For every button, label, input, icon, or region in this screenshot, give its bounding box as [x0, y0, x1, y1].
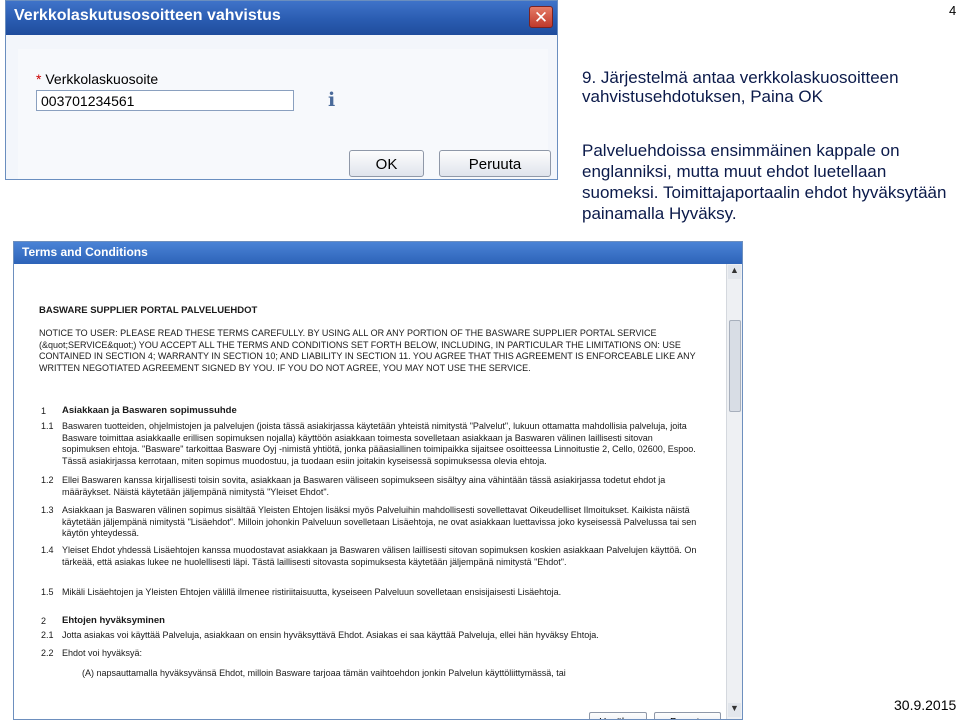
section-number: 1.3 [41, 505, 54, 515]
terms-content: BASWARE SUPPLIER PORTAL PALVELUEHDOT NOT… [14, 264, 728, 719]
section-text: Ehdot voi hyväksyä: [62, 648, 143, 658]
cancel-button[interactable]: Peruuta [439, 150, 551, 177]
section-text: (A) napsauttamalla hyväksyvänsä Ehdot, m… [82, 668, 566, 678]
section-number: 1.4 [41, 545, 54, 555]
section-text: Yleiset Ehdot yhdessä Lisäehtojen kanssa… [62, 545, 697, 567]
terms-dialog: Terms and Conditions BASWARE SUPPLIER PO… [13, 241, 743, 720]
dialog-titlebar: Verkkolaskutusosoitteen vahvistus ✕ [6, 1, 557, 35]
dialog-title: Verkkolaskutusosoitteen vahvistus [14, 7, 281, 24]
terms-titlebar: Terms and Conditions [14, 242, 742, 264]
section-number: 1.1 [41, 421, 54, 431]
section-text: Mikäli Lisäehtojen ja Yleisten Ehtojen v… [62, 587, 562, 597]
section-number: 1 [41, 406, 47, 416]
field-label: * Verkkolaskuosoite [36, 71, 158, 87]
notice-text: NOTICE TO USER: PLEASE READ THESE TERMS … [39, 328, 696, 373]
address-confirmation-dialog: Verkkolaskutusosoitteen vahvistus ✕ * Ve… [5, 0, 558, 180]
section-text: Jotta asiakas voi käyttää Palveluja, asi… [62, 630, 599, 640]
terms-scrollbar[interactable]: ▲ ▼ [726, 264, 742, 719]
info-icon[interactable]: i [328, 89, 335, 111]
page-number: 4 [949, 3, 957, 18]
required-marker: * [36, 71, 42, 87]
section-number: 1.2 [41, 475, 54, 485]
section-text: Asiakkaan ja Baswaren välinen sopimus si… [62, 505, 697, 538]
step-heading: 9. Järjestelmä antaa verkkolaskuosoittee… [582, 68, 899, 106]
decline-button[interactable]: Peruuta [654, 712, 721, 719]
section-heading: Asiakkaan ja Baswaren sopimussuhde [62, 405, 237, 416]
field-label-text: Verkkolaskuosoite [45, 71, 159, 87]
section-heading: Ehtojen hyväksyminen [62, 615, 165, 626]
close-icon[interactable]: ✕ [529, 6, 553, 28]
section-text: Baswaren tuotteiden, ohjelmistojen ja pa… [62, 421, 696, 466]
step-description: Palveluehdoissa ensimmäinen kappale on e… [582, 141, 947, 223]
scroll-up-icon[interactable]: ▲ [728, 265, 741, 279]
terms-title: Terms and Conditions [22, 245, 148, 259]
section-number: 1.5 [41, 587, 54, 597]
section-number: 2 [41, 616, 47, 626]
section-number: 2.1 [41, 630, 54, 640]
e-invoice-address-input[interactable]: 003701234561 [36, 90, 294, 111]
accept-button[interactable]: Hyväksy [589, 712, 647, 719]
scroll-down-icon[interactable]: ▼ [728, 703, 741, 717]
ok-button[interactable]: OK [349, 150, 424, 177]
section-text: Ellei Baswaren kanssa kirjallisesti tois… [62, 475, 666, 497]
slide-date: 30.9.2015 [894, 697, 957, 713]
document-title: BASWARE SUPPLIER PORTAL PALVELUEHDOT [39, 305, 258, 316]
scroll-thumb[interactable] [729, 320, 741, 412]
section-number: 2.2 [41, 648, 54, 658]
